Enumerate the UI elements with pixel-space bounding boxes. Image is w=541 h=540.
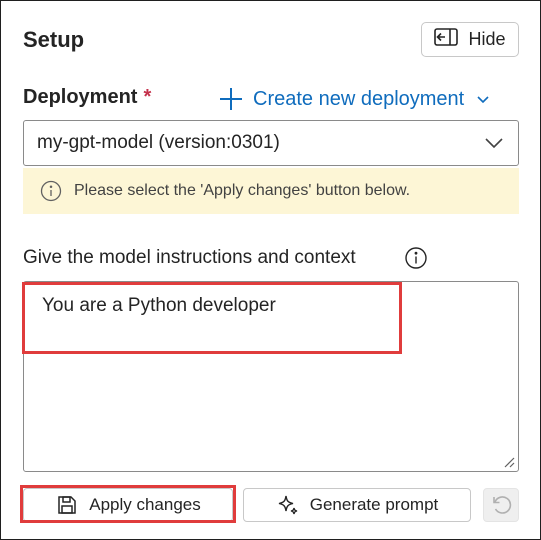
undo-icon (493, 496, 512, 514)
save-icon (58, 496, 76, 514)
warning-banner: Please select the 'Apply changes' button… (23, 168, 519, 214)
apply-changes-label: Apply changes (89, 495, 201, 514)
resize-handle-icon[interactable] (503, 456, 515, 468)
deployment-selected-value: my-gpt-model (version:0301) (37, 132, 280, 153)
warning-text: Please select the 'Apply changes' button… (74, 182, 411, 199)
chevron-down-icon (485, 138, 503, 149)
setup-panel: Setup Hide Deployment * Create new deploy… (0, 0, 541, 540)
sparkle-icon (278, 495, 297, 515)
instructions-label: Give the model instructions and context (23, 247, 356, 268)
plus-icon (220, 88, 242, 110)
hide-button[interactable]: Hide (421, 22, 519, 57)
undo-button[interactable] (483, 488, 519, 522)
create-deployment-label: Create new deployment (253, 87, 465, 110)
chevron-down-icon (477, 96, 489, 104)
required-marker: * (143, 86, 152, 108)
generate-prompt-label: Generate prompt (309, 495, 439, 514)
deployment-select[interactable]: my-gpt-model (version:0301) (23, 120, 519, 166)
create-deployment-link[interactable]: Create new deployment (217, 85, 490, 113)
panel-collapse-icon (434, 28, 459, 51)
hide-label: Hide (468, 29, 506, 49)
apply-changes-button[interactable]: Apply changes (23, 488, 233, 522)
system-message-textarea[interactable]: You are a Python developer (23, 281, 519, 472)
generate-prompt-button[interactable]: Generate prompt (243, 488, 471, 522)
system-message-text: You are a Python developer (42, 295, 276, 316)
deployment-label-text: Deployment (23, 86, 138, 108)
deployment-label: Deployment * (23, 86, 151, 109)
panel-title: Setup (23, 27, 85, 52)
info-icon[interactable] (404, 246, 428, 270)
info-icon (40, 180, 62, 202)
